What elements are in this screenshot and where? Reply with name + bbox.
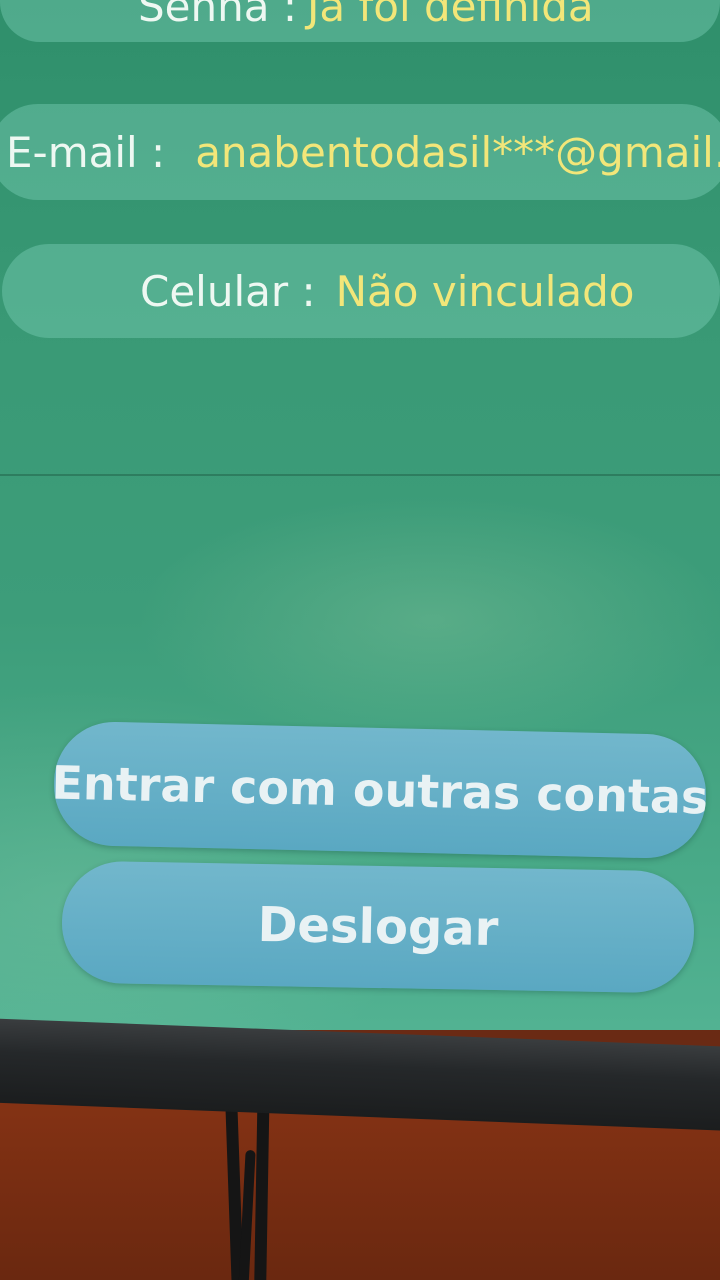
phone-value: Não vinculado: [335, 266, 635, 316]
email-value: anabentodasil***@gmail.com: [195, 127, 720, 177]
logout-button[interactable]: Deslogar: [60, 860, 696, 994]
logout-label: Deslogar: [257, 896, 499, 958]
screen-divider-line: [0, 474, 720, 476]
email-label: E-mail :: [6, 127, 166, 177]
photo-of-tv-screen: Senha : Já foi definida E-mail : anabent…: [0, 0, 720, 1280]
password-row[interactable]: Senha : Já foi definida: [0, 0, 720, 42]
phone-label: Celular :: [140, 266, 316, 316]
login-other-accounts-label: Entrar com outras contas: [52, 755, 708, 825]
password-value: Já foi definida: [306, 0, 594, 31]
password-label: Senha :: [138, 0, 297, 31]
account-settings-screen: Senha : Já foi definida E-mail : anabent…: [0, 0, 720, 1030]
phone-row[interactable]: Celular : Não vinculado: [2, 244, 720, 338]
login-other-accounts-button[interactable]: Entrar com outras contas: [52, 720, 708, 860]
email-row[interactable]: E-mail : anabentodasil***@gmail.com: [0, 104, 720, 200]
